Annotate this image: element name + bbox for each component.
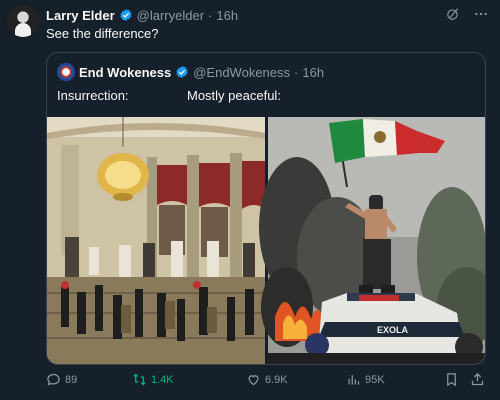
- tweet-actions: 89 1.4K 6.9K 95K: [46, 372, 486, 392]
- quote-header: End Wokeness @EndWokeness · 16h: [57, 63, 324, 81]
- quote-separator-dot: ·: [294, 64, 299, 80]
- quote-caption-right: Mostly peaceful:: [187, 88, 281, 103]
- share-button[interactable]: [470, 372, 485, 387]
- bookmark-icon: [447, 373, 456, 387]
- like-count: 6.9K: [265, 373, 288, 386]
- bookmark-button[interactable]: [444, 372, 459, 387]
- quote-author-name[interactable]: End Wokeness: [79, 65, 171, 80]
- tweet[interactable]: Larry Elder @larryelder · 16h See the di…: [0, 0, 500, 400]
- repost-button[interactable]: 1.4K: [132, 372, 174, 387]
- quote-author-avatar[interactable]: [57, 63, 75, 81]
- police-car-text: EXOLA: [377, 325, 409, 335]
- quote-verified-badge-icon: [176, 65, 188, 79]
- like-button[interactable]: 6.9K: [246, 372, 288, 387]
- reply-button[interactable]: 89: [46, 372, 77, 387]
- quoted-tweet[interactable]: End Wokeness @EndWokeness · 16h Insurrec…: [46, 52, 486, 365]
- views-button[interactable]: 95K: [346, 372, 385, 387]
- reply-icon: [47, 373, 60, 386]
- capitol-rotunda-image[interactable]: [47, 117, 265, 365]
- view-count: 95K: [365, 373, 385, 386]
- riot-scene-image[interactable]: EXOLA: [259, 117, 486, 365]
- repost-count: 1.4K: [151, 373, 174, 386]
- separator-dot: ·: [208, 7, 213, 23]
- author-avatar[interactable]: [7, 5, 39, 37]
- grok-icon[interactable]: [446, 7, 460, 21]
- tweet-top-actions: [446, 7, 488, 21]
- author-handle[interactable]: @larryelder: [137, 8, 204, 23]
- share-icon: [471, 372, 484, 386]
- quote-author-handle[interactable]: @EndWokeness: [193, 65, 290, 80]
- reply-count: 89: [65, 373, 78, 386]
- tweet-timestamp[interactable]: 16h: [216, 8, 238, 23]
- quote-caption-left: Insurrection:: [57, 88, 129, 103]
- author-name[interactable]: Larry Elder: [46, 8, 115, 23]
- more-options-icon[interactable]: [474, 7, 488, 21]
- heart-icon: [248, 375, 259, 386]
- views-chart-icon: [348, 375, 360, 385]
- quote-timestamp[interactable]: 16h: [302, 65, 324, 80]
- quote-media[interactable]: EXOLA: [47, 117, 486, 365]
- tweet-header: Larry Elder @larryelder · 16h: [46, 6, 238, 24]
- tweet-text: See the difference?: [46, 26, 159, 41]
- verified-badge-icon: [119, 8, 132, 22]
- repost-icon: [133, 373, 146, 386]
